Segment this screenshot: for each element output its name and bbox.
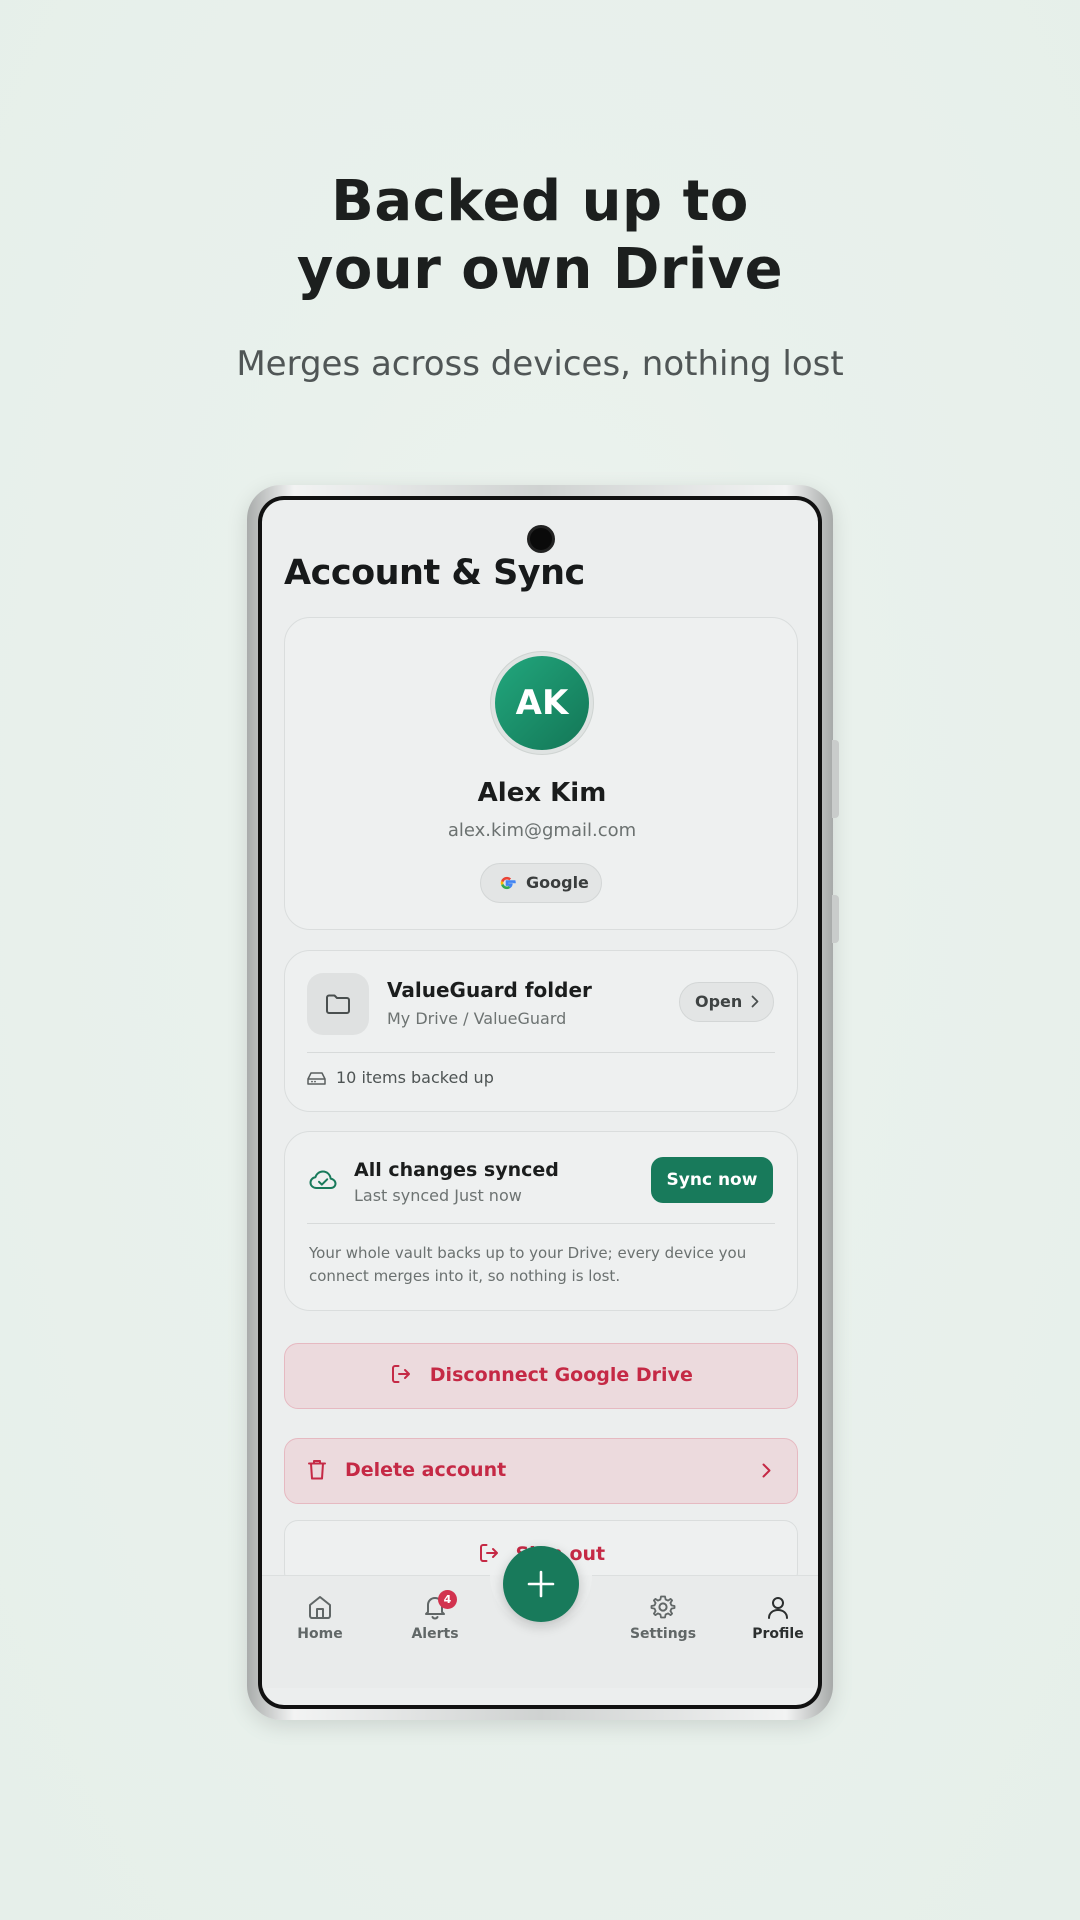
camera-icon [527, 525, 555, 553]
chevron-right-icon [751, 995, 759, 1008]
folder-card: ValueGuard folder My Drive / ValueGuard … [284, 950, 798, 1112]
avatar: AK [490, 651, 594, 755]
folder-title: ValueGuard folder [387, 978, 592, 1002]
provider-label: Google [526, 873, 589, 892]
delete-account-label: Delete account [345, 1459, 507, 1481]
cloud-check-icon [309, 1170, 337, 1189]
sync-status-title: All changes synced [354, 1159, 559, 1181]
profile-name: Alex Kim [477, 778, 607, 808]
open-folder-label: Open [695, 992, 743, 1011]
nav-item-settings[interactable]: Settings [618, 1594, 708, 1642]
nav-label-settings: Settings [629, 1626, 697, 1642]
trash-icon [308, 1460, 326, 1480]
hero-title: Backed up to your own Drive [0, 168, 1080, 304]
hero-subtitle: Merges across devices, nothing lost [236, 344, 844, 384]
sync-card: All changes synced Last synced Just now … [284, 1131, 798, 1311]
hero-title-line-1: Backed up to [331, 169, 749, 234]
provider-badge: Google [480, 863, 602, 903]
plus-icon [527, 1570, 555, 1598]
sync-status-subtitle: Last synced Just now [354, 1186, 522, 1205]
disconnect-drive-content: Disconnect Google Drive [285, 1364, 799, 1386]
hero-title-line-2: your own Drive [296, 237, 784, 302]
nav-item-home[interactable]: Home [275, 1594, 365, 1642]
phone-side-button [832, 740, 839, 818]
phone-side-button [832, 895, 839, 943]
disconnect-drive-label: Disconnect Google Drive [429, 1364, 693, 1386]
profile-email: alex.kim@gmail.com [447, 820, 637, 841]
phone-bezel: Account & Sync AK Alex Kim alex.kim@gmai… [258, 496, 822, 1709]
user-icon [768, 1597, 788, 1619]
gear-icon [650, 1595, 676, 1619]
nav-label-alerts: Alerts [411, 1626, 459, 1642]
add-item-fab[interactable] [503, 1546, 579, 1622]
home-icon [309, 1596, 331, 1619]
nav-label-home: Home [297, 1626, 343, 1642]
nav-item-alerts[interactable]: 4 Alerts [390, 1590, 480, 1642]
nav-item-profile[interactable]: Profile [733, 1594, 818, 1642]
page-title: Account & Sync [284, 553, 585, 593]
google-icon [500, 876, 516, 890]
divider [307, 1052, 775, 1053]
chevron-right-icon [762, 1463, 771, 1478]
folder-icon-box [307, 973, 369, 1035]
folder-path: My Drive / ValueGuard [387, 1009, 567, 1028]
hard-drive-icon [307, 1072, 326, 1085]
disconnect-drive-button[interactable]: Disconnect Google Drive [284, 1343, 798, 1409]
divider [307, 1223, 775, 1224]
folder-icon [326, 994, 350, 1014]
sync-description: Your whole vault backs up to your Drive;… [309, 1244, 747, 1285]
phone-frame: Account & Sync AK Alex Kim alex.kim@gmai… [247, 485, 839, 1720]
logout-icon [392, 1365, 411, 1383]
phone-screen: Account & Sync AK Alex Kim alex.kim@gmai… [262, 500, 818, 1705]
sync-now-button[interactable]: Sync now [651, 1157, 773, 1203]
backup-status-row: 10 items backed up [307, 1067, 494, 1089]
open-folder-button[interactable]: Open [679, 982, 774, 1022]
delete-account-button[interactable]: Delete account [284, 1438, 798, 1504]
profile-card: AK Alex Kim alex.kim@gmail.com Google [284, 617, 798, 930]
logout-icon [479, 1544, 498, 1562]
alerts-badge: 4 [438, 1590, 457, 1609]
backup-status-text: 10 items backed up [336, 1068, 494, 1087]
nav-label-profile: Profile [752, 1626, 804, 1642]
avatar-initials: AK [495, 656, 589, 750]
